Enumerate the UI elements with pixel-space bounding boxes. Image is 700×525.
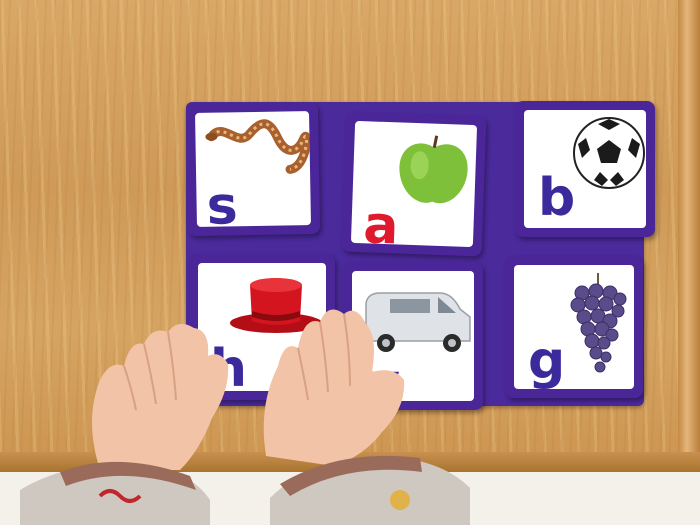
card-face: s [195,111,311,227]
card-letter: b [538,168,576,228]
right-sleeve [270,455,470,525]
tray-rim [678,0,700,472]
soccer-ball-picture [573,117,645,189]
grapes-picture [570,273,627,373]
left-sleeve [20,461,210,525]
card-s[interactable]: s [185,101,321,237]
apple-picture [399,135,468,204]
card-g[interactable]: g [505,256,643,398]
snake-picture [205,119,311,174]
card-letter: s [206,176,239,227]
card-a[interactable]: a [341,111,487,257]
card-b[interactable]: b [515,101,655,237]
card-face: g [514,265,634,389]
card-face: b [524,110,646,228]
card-letter: g [528,331,566,389]
card-letter: a [362,195,400,248]
card-face: a [350,120,478,248]
